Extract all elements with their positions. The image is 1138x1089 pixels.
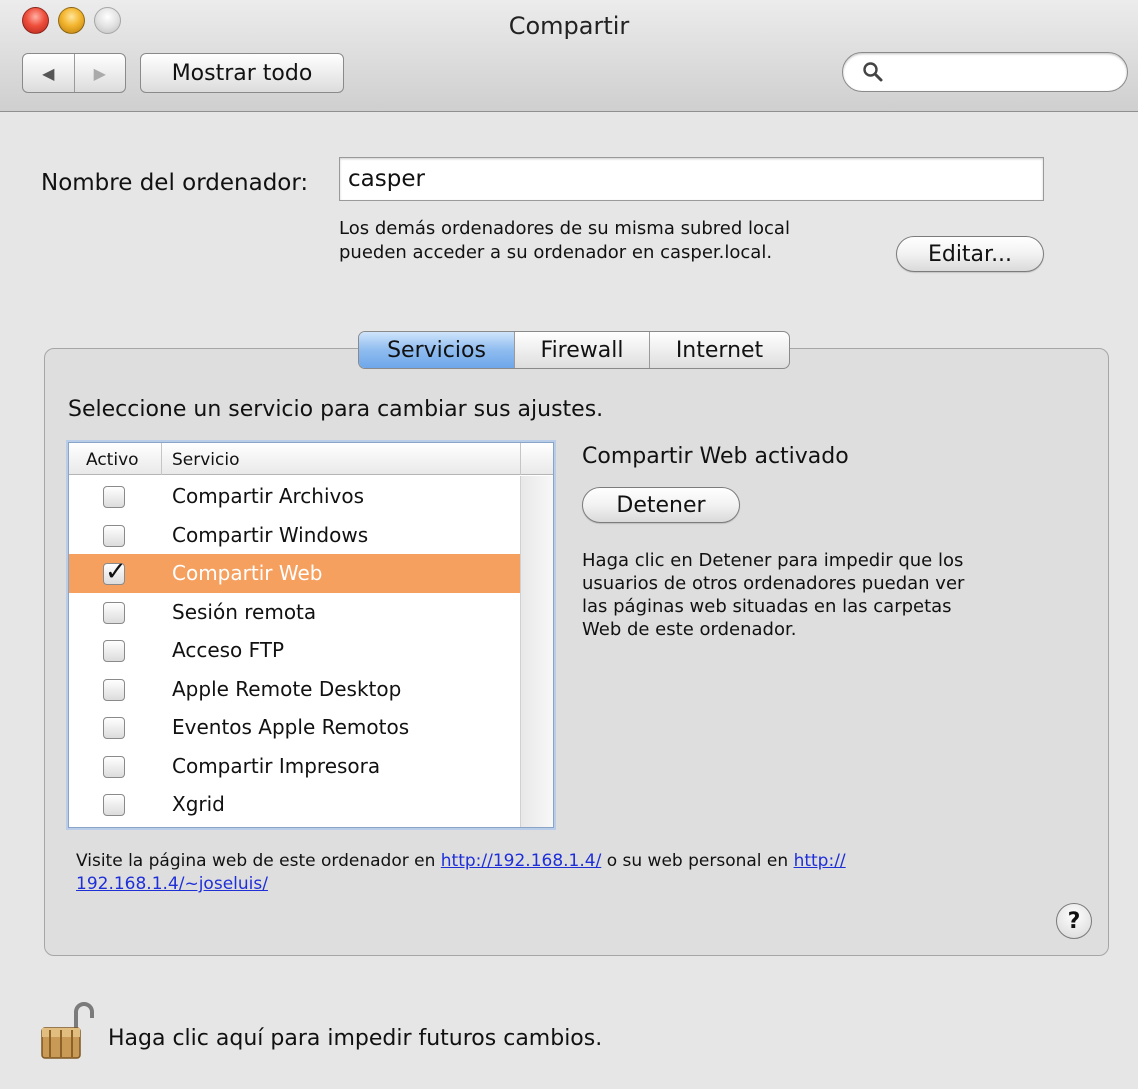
description-line: usuarios de otros ordenadores puedan ver <box>582 573 965 594</box>
table-row[interactable]: ✓ Compartir Web <box>69 554 553 593</box>
title-toolbar: Compartir ◀ ▶ Mostrar todo <box>0 0 1138 112</box>
edit-button[interactable]: Editar... <box>896 236 1044 272</box>
column-header-activo[interactable]: Activo <box>86 450 139 470</box>
preferences-window: Compartir ◀ ▶ Mostrar todo Nombre del or… <box>0 0 1138 1089</box>
table-row[interactable]: Eventos Apple Remotos <box>69 708 553 747</box>
tab-internet[interactable]: Internet <box>649 332 789 368</box>
service-name: Compartir Web <box>172 561 323 585</box>
service-name: Sesión remota <box>172 599 317 624</box>
table-scrollbar[interactable] <box>520 476 553 827</box>
unlocked-padlock-icon[interactable] <box>40 1000 98 1062</box>
computer-name-field[interactable]: casper <box>339 157 1044 201</box>
service-checkbox[interactable] <box>103 486 125 508</box>
table-row[interactable]: Compartir Impresora <box>69 747 553 786</box>
help-button[interactable]: ? <box>1056 903 1092 939</box>
service-name: Eventos Apple Remotos <box>172 715 410 739</box>
instruction-text: Seleccione un servicio para cambiar sus … <box>68 397 604 422</box>
description-line: Haga clic en Detener para impedir que lo… <box>582 550 964 571</box>
tab-firewall[interactable]: Firewall <box>514 332 649 368</box>
checkmark-icon: ✓ <box>105 557 127 587</box>
table-rows: Compartir Archivos Compartir Windows ✓ C… <box>69 477 553 824</box>
service-checkbox[interactable] <box>103 717 125 739</box>
service-name: Compartir Archivos <box>172 484 365 508</box>
forward-arrow-icon: ▶ <box>93 63 106 83</box>
service-description: Haga clic en Detener para impedir que lo… <box>582 549 1052 641</box>
tab-bar: Servicios Firewall Internet <box>358 331 790 369</box>
computer-name-note-line: Los demás ordenadores de su misma subred… <box>339 218 790 239</box>
service-checkbox[interactable] <box>103 755 125 778</box>
service-name: Compartir Windows <box>172 522 369 547</box>
table-row[interactable]: Apple Remote Desktop <box>69 670 553 709</box>
visit-text-part: o su web personal en <box>601 851 794 871</box>
show-all-button[interactable]: Mostrar todo <box>140 53 344 93</box>
service-name: Apple Remote Desktop <box>172 676 402 701</box>
service-status: Compartir Web activado <box>582 444 849 469</box>
back-forward-control: ◀ ▶ <box>22 53 126 93</box>
table-row[interactable]: Xgrid <box>69 785 553 824</box>
personal-web-link[interactable]: 192.168.1.4/~joseluis/ <box>76 874 268 894</box>
window-title: Compartir <box>508 12 630 40</box>
service-checkbox[interactable] <box>103 601 125 624</box>
table-header: Activo Servicio <box>69 443 553 475</box>
lock-label[interactable]: Haga clic aquí para impedir futuros camb… <box>108 1026 602 1051</box>
table-row[interactable]: Compartir Windows <box>69 516 553 555</box>
search-field[interactable] <box>842 52 1128 92</box>
service-name: Compartir Impresora <box>172 753 381 778</box>
forward-button[interactable]: ▶ <box>73 54 126 92</box>
service-checkbox[interactable] <box>103 678 125 701</box>
stop-button[interactable]: Detener <box>582 487 740 523</box>
service-checkbox[interactable] <box>103 794 125 816</box>
back-arrow-icon: ◀ <box>42 63 55 83</box>
table-row[interactable]: Compartir Archivos <box>69 477 553 516</box>
computer-name-label: Nombre del ordenador: <box>41 170 309 196</box>
visit-text-part: Visite la página web de este ordenador e… <box>76 851 441 871</box>
computer-name-note: Los demás ordenadores de su misma subred… <box>339 217 879 265</box>
table-row[interactable]: Acceso FTP <box>69 631 553 670</box>
services-table: Activo Servicio Compartir Archivos Compa… <box>68 442 554 828</box>
back-button[interactable]: ◀ <box>23 54 74 92</box>
column-header-servicio[interactable]: Servicio <box>172 450 240 470</box>
service-checkbox[interactable]: ✓ <box>103 557 127 587</box>
visit-text: Visite la página web de este ordenador e… <box>76 850 1056 896</box>
service-checkbox[interactable] <box>103 640 125 662</box>
service-name: Acceso FTP <box>172 638 285 662</box>
description-line: Web de este ordenador. <box>582 619 797 640</box>
table-row[interactable]: Sesión remota <box>69 593 553 632</box>
computer-name-note-line: pueden acceder a su ordenador en casper.… <box>339 242 773 263</box>
service-checkbox[interactable] <box>103 524 125 547</box>
tab-servicios[interactable]: Servicios <box>359 332 514 368</box>
description-line: las páginas web situadas en las carpetas <box>582 596 952 617</box>
ip-link[interactable]: http://192.168.1.4/ <box>441 851 602 871</box>
search-icon <box>863 62 883 82</box>
column-divider <box>520 443 521 475</box>
personal-web-link[interactable]: http:// <box>794 851 846 871</box>
service-name: Xgrid <box>172 792 225 816</box>
column-divider <box>161 443 162 475</box>
